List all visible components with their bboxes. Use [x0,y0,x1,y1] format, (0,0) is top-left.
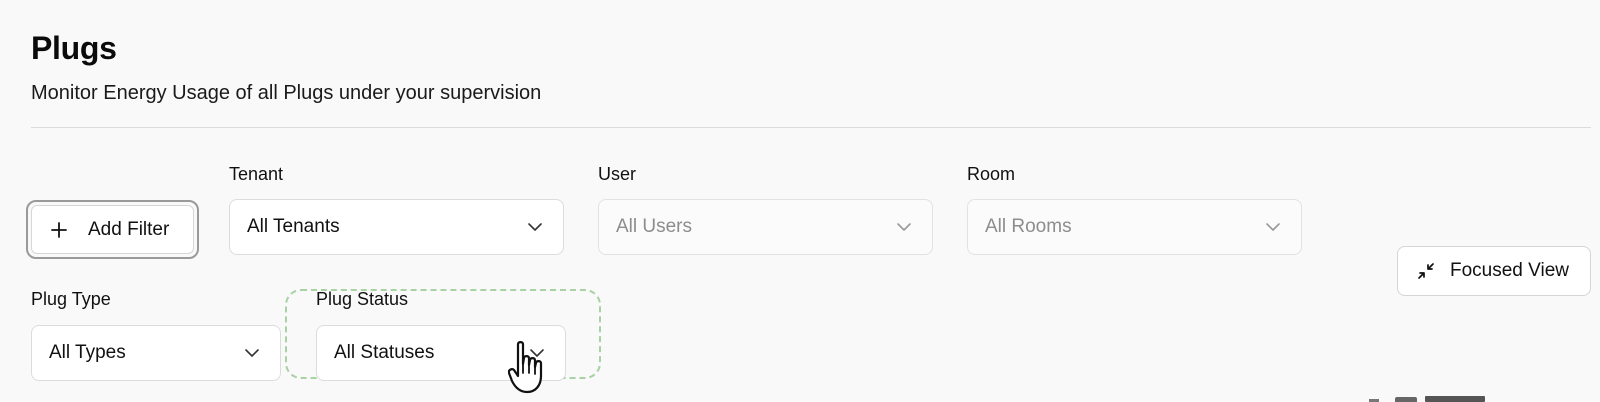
page-subtitle: Monitor Energy Usage of all Plugs under … [31,82,542,104]
room-select[interactable]: All Rooms [967,199,1302,255]
chevron-down-icon [245,349,259,357]
hand-pointer-cursor-icon [508,341,543,394]
focused-view-button[interactable]: Focused View [1397,246,1591,296]
plus-icon [51,221,67,238]
plug-status-label: Plug Status [316,289,409,309]
add-filter-button[interactable]: Add Filter [31,205,194,254]
partial-offscreen-element [1369,396,1485,402]
add-filter-label: Add Filter [88,218,170,240]
user-select-value: All Users [616,216,693,237]
chevron-down-icon [897,223,911,231]
room-label: Room [967,164,1016,184]
tenant-label: Tenant [229,164,284,184]
user-label: User [598,164,637,184]
header-divider [31,127,1591,128]
minimize-arrows-icon [1418,263,1434,279]
room-select-value: All Rooms [985,216,1072,237]
user-select[interactable]: All Users [598,199,933,255]
focused-view-label: Focused View [1450,260,1569,281]
page-title: Plugs [31,30,117,66]
tenant-select-value: All Tenants [247,216,340,237]
plug-type-select-value: All Types [49,342,126,363]
plug-type-select[interactable]: All Types [31,325,281,381]
add-filter-focus-ring: Add Filter [26,200,199,259]
tenant-select[interactable]: All Tenants [229,199,564,255]
chevron-down-icon [528,223,542,231]
plug-status-select-value: All Statuses [334,342,435,363]
chevron-down-icon [1266,223,1280,231]
plug-type-label: Plug Type [31,289,111,309]
plugs-page: Plugs Monitor Energy Usage of all Plugs … [0,0,1600,402]
